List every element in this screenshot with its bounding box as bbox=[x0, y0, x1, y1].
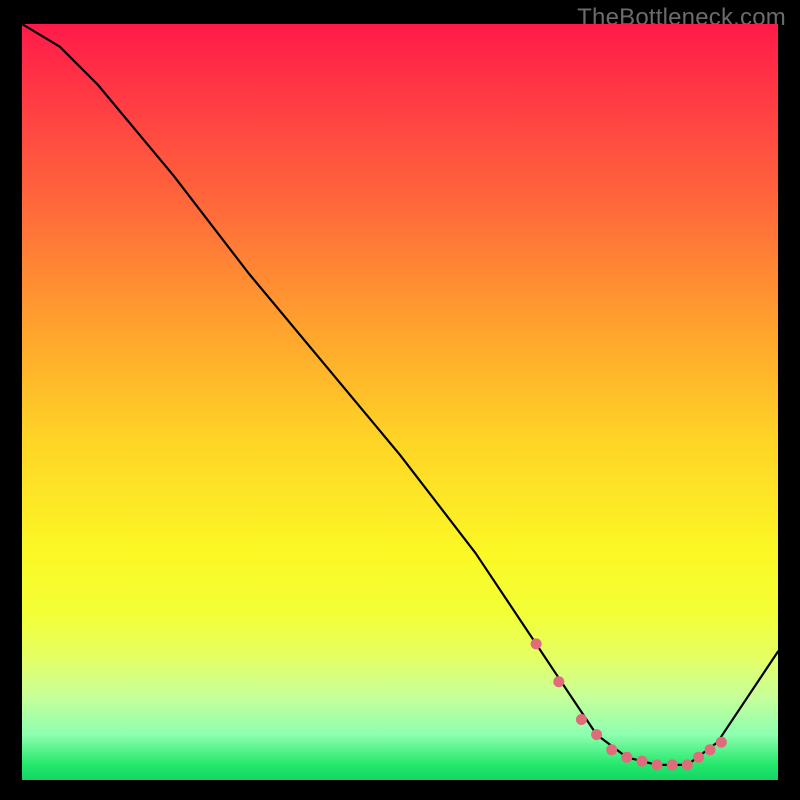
highlight-markers bbox=[531, 638, 727, 770]
highlight-dot bbox=[693, 752, 704, 763]
highlight-dot bbox=[531, 638, 542, 649]
highlight-dot bbox=[705, 744, 716, 755]
highlight-dot bbox=[621, 752, 632, 763]
highlight-dot bbox=[652, 759, 663, 770]
curve-line bbox=[22, 24, 778, 765]
highlight-dot bbox=[636, 756, 647, 767]
highlight-dot bbox=[667, 759, 678, 770]
highlight-dot bbox=[576, 714, 587, 725]
highlight-dot bbox=[606, 744, 617, 755]
highlight-dot bbox=[553, 676, 564, 687]
plot-area bbox=[22, 24, 778, 780]
highlight-dot bbox=[716, 737, 727, 748]
chart-overlay bbox=[22, 24, 778, 780]
highlight-dot bbox=[682, 759, 693, 770]
highlight-dot bbox=[591, 729, 602, 740]
chart-frame: TheBottleneck.com bbox=[0, 0, 800, 800]
